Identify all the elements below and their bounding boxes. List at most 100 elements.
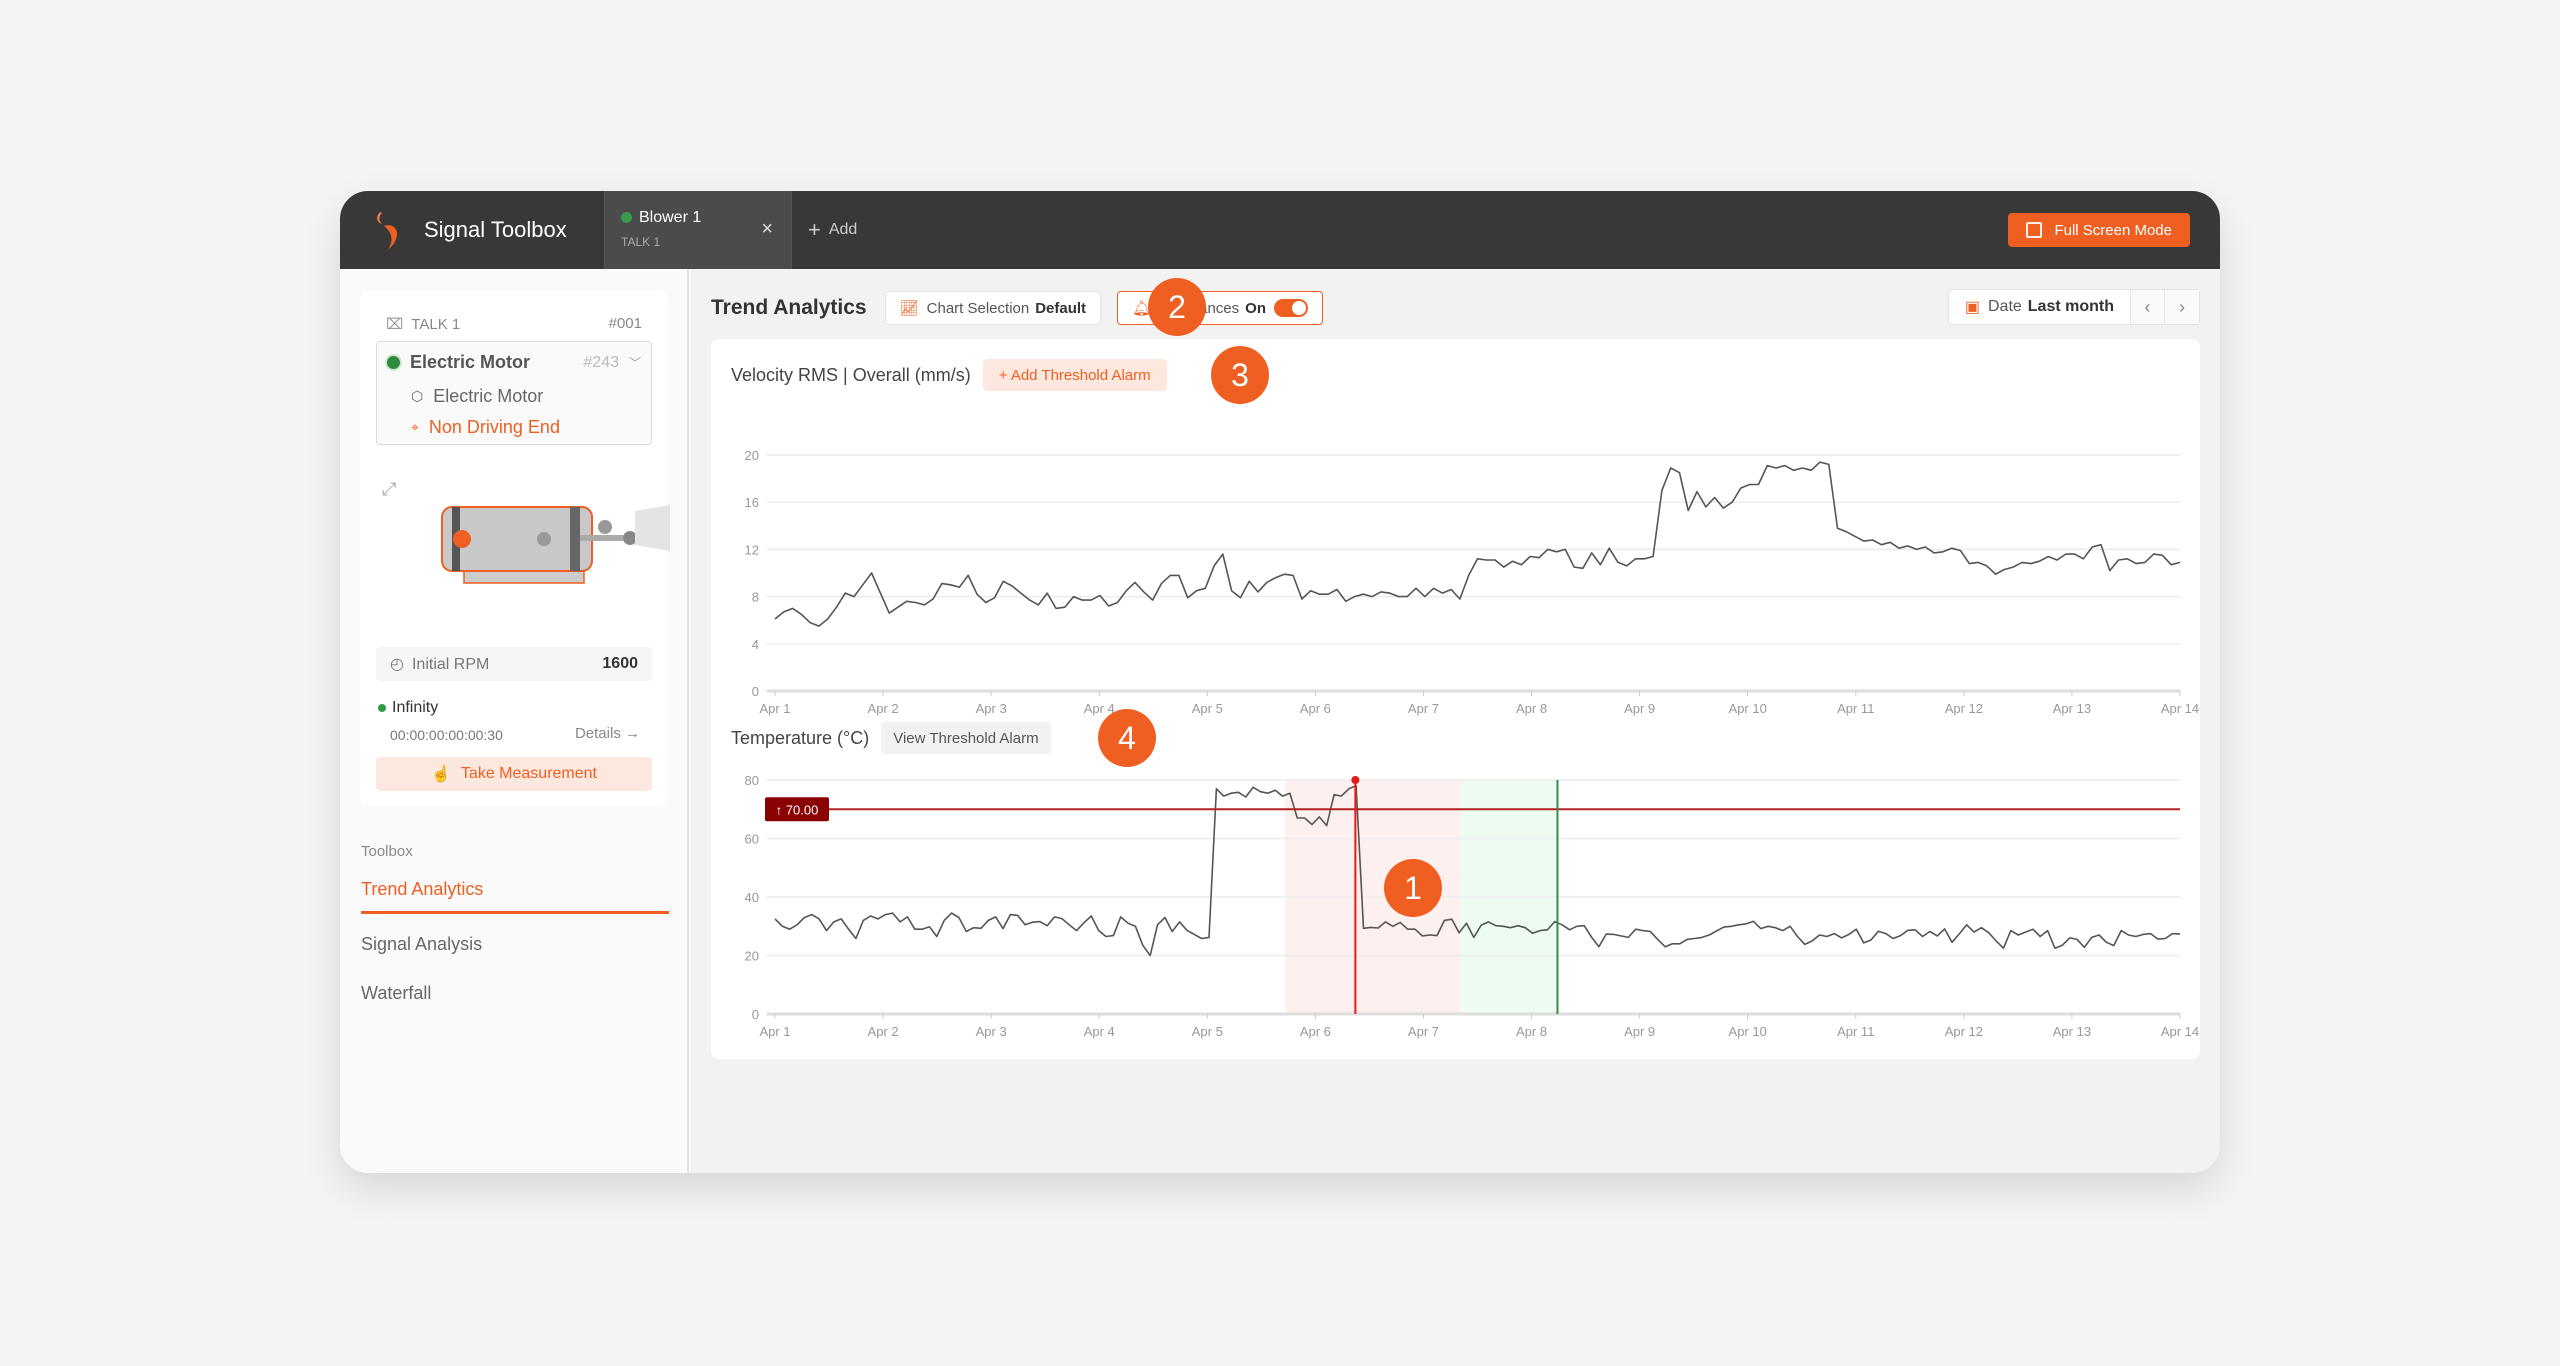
x-tick-label: Apr 3 [976, 701, 1007, 716]
x-tick-label: Apr 9 [1624, 701, 1655, 716]
add-tab-label: Add [828, 221, 858, 238]
x-tick-label: Apr 14 [2161, 1024, 2199, 1039]
y-tick-label: 0 [752, 684, 759, 699]
chevron-down-icon[interactable]: ﹀ [629, 354, 641, 371]
top-bar: Signal Toolbox Blower 1 TALK 1 × + Add F… [340, 191, 2220, 269]
velocity-chart-header: Velocity RMS | Overall (mm/s) + Add Thre… [731, 359, 1167, 391]
initial-rpm-row: ◴ Initial RPM 1600 [376, 647, 652, 681]
occurrence-marker-dot [1351, 776, 1360, 784]
y-tick-label: 40 [745, 890, 759, 905]
x-tick-label: Apr 11 [1837, 1024, 1874, 1039]
motor-illustration [441, 505, 670, 584]
sidebar: ⌧ TALK 1 #001 Electric Motor #243 ﹀ ⬡ Ele… [340, 269, 689, 1173]
previous-range-button[interactable]: ‹ [2131, 290, 2165, 324]
talk-row: ⌧ TALK 1 #001 [386, 315, 642, 333]
x-tick-label: Apr 6 [1300, 701, 1331, 716]
nav-trend-analytics[interactable]: Trend Analytics [361, 879, 669, 914]
nav-signal-analysis[interactable]: Signal Analysis [361, 934, 669, 955]
nav-waterfall[interactable]: Waterfall [361, 983, 669, 1004]
temperature-chart-header: Temperature (°C) View Threshold Alarm [731, 722, 1051, 754]
add-threshold-alarm-button[interactable]: + Add Threshold Alarm [982, 359, 1167, 391]
plus-icon: + [808, 217, 821, 242]
main-content: Trend Analytics 📈︎ Chart Selection Defau… [691, 269, 2220, 1173]
chart-selection-value: Default [1035, 299, 1087, 317]
details-link[interactable]: Details → [575, 725, 640, 742]
y-tick-label: 8 [752, 590, 759, 605]
view-threshold-alarm-button[interactable]: View Threshold Alarm [881, 722, 1051, 754]
gauge-icon: ◴ [390, 656, 404, 673]
asset-component-label: Electric Motor [433, 386, 544, 406]
add-tab-button[interactable]: + Add [808, 217, 857, 243]
asset-location[interactable]: ⌖ Non Driving End [411, 417, 560, 438]
calendar-icon: ▣ [1964, 299, 1980, 316]
callout-badge-1: 1 [1384, 859, 1442, 917]
x-tick-label: Apr 13 [2053, 1024, 2091, 1039]
x-tick-label: Apr 4 [1084, 1024, 1115, 1039]
x-tick-label: Apr 1 [759, 1024, 790, 1039]
charts-panel: Velocity RMS | Overall (mm/s) + Add Thre… [711, 339, 2200, 1059]
asset-component[interactable]: ⬡ Electric Motor [411, 386, 543, 407]
hand-pointer-icon: ☝ [431, 766, 451, 783]
occurances-toggle[interactable] [1274, 299, 1308, 317]
x-tick-label: Apr 8 [1516, 1024, 1547, 1039]
expand-icon[interactable]: ⤢ [382, 479, 396, 500]
chevron-left-icon: ‹ [2144, 296, 2151, 317]
y-tick-label: 0 [752, 1007, 759, 1022]
rpm-value: 1600 [602, 655, 638, 672]
x-tick-label: Apr 13 [2053, 701, 2091, 716]
talk-id: #001 [608, 315, 642, 332]
callout-badge-3: 3 [1211, 346, 1269, 404]
date-range-button[interactable]: ▣ Date Last month [1949, 290, 2131, 324]
next-range-button[interactable]: › [2165, 290, 2199, 324]
signal-logo-icon [377, 212, 398, 250]
toolbar: Trend Analytics 📈︎ Chart Selection Defau… [711, 289, 2200, 327]
y-tick-label: 20 [745, 448, 759, 463]
sensor-icon: ⌧ [386, 316, 404, 333]
fullscreen-icon [2026, 222, 2043, 238]
take-measurement-button[interactable]: ☝ Take Measurement [376, 757, 652, 791]
x-tick-label: Apr 11 [1837, 701, 1874, 716]
x-tick-label: Apr 14 [2161, 701, 2199, 716]
series-line [774, 461, 2181, 627]
toolbox-label: Toolbox [361, 843, 413, 860]
app-window: Signal Toolbox Blower 1 TALK 1 × + Add F… [340, 191, 2220, 1173]
status-dot [378, 704, 386, 712]
chart-selection-button[interactable]: 📈︎ Chart Selection Default [884, 291, 1102, 325]
x-tick-label: Apr 5 [1192, 701, 1223, 716]
occurances-value: On [1245, 299, 1266, 317]
rpm-label: Initial RPM [411, 656, 490, 673]
x-tick-label: Apr 8 [1516, 701, 1547, 716]
temperature-chart-title: Temperature (°C) [731, 727, 870, 748]
close-icon[interactable]: × [761, 218, 773, 241]
asset-location-label: Non Driving End [428, 417, 560, 437]
asset-card: ⌧ TALK 1 #001 Electric Motor #243 ﹀ ⬡ Ele… [360, 291, 670, 807]
chart-icon: 📈︎ [899, 300, 919, 317]
brand: Signal Toolbox [340, 191, 604, 269]
y-tick-label: 16 [745, 495, 759, 510]
x-tick-label: Apr 9 [1624, 1024, 1655, 1039]
x-tick-label: Apr 2 [868, 701, 899, 716]
x-tick-label: Apr 3 [976, 1024, 1007, 1039]
y-tick-label: 12 [745, 542, 759, 557]
asset-selector[interactable]: Electric Motor #243 ﹀ ⬡ Electric Motor ⌖… [376, 341, 652, 445]
date-label: Date [1987, 298, 2022, 315]
asset-id: #243 [583, 353, 619, 371]
timer: 00:00:00:00:00:30 [390, 727, 503, 743]
y-tick-label: 4 [752, 637, 759, 652]
asset-name: Electric Motor [410, 352, 531, 372]
cube-icon: ⬡ [411, 388, 424, 404]
tab-blower-1[interactable]: Blower 1 TALK 1 × [604, 191, 792, 269]
y-tick-label: 80 [745, 773, 759, 788]
x-tick-label: Apr 12 [1945, 1024, 1983, 1039]
app-name: Signal Toolbox [424, 217, 567, 242]
velocity-chart: 048121620Apr 1 Apr 2 Apr 3 Apr 4 Apr 5 Apr 6A… [745, 448, 2200, 716]
callout-badge-4: 4 [1098, 709, 1156, 767]
x-tick-label: Apr 6 [1300, 1024, 1331, 1039]
status-label: Infinity [392, 699, 439, 716]
x-tick-label: Apr 1 [759, 701, 790, 716]
full-screen-button[interactable]: Full Screen Mode [2008, 213, 2190, 247]
x-tick-label: Apr 12 [1945, 701, 1983, 716]
x-tick-label: Apr 10 [1729, 701, 1767, 716]
status-dot [387, 356, 400, 369]
x-tick-label: Apr 7 [1408, 1024, 1439, 1039]
